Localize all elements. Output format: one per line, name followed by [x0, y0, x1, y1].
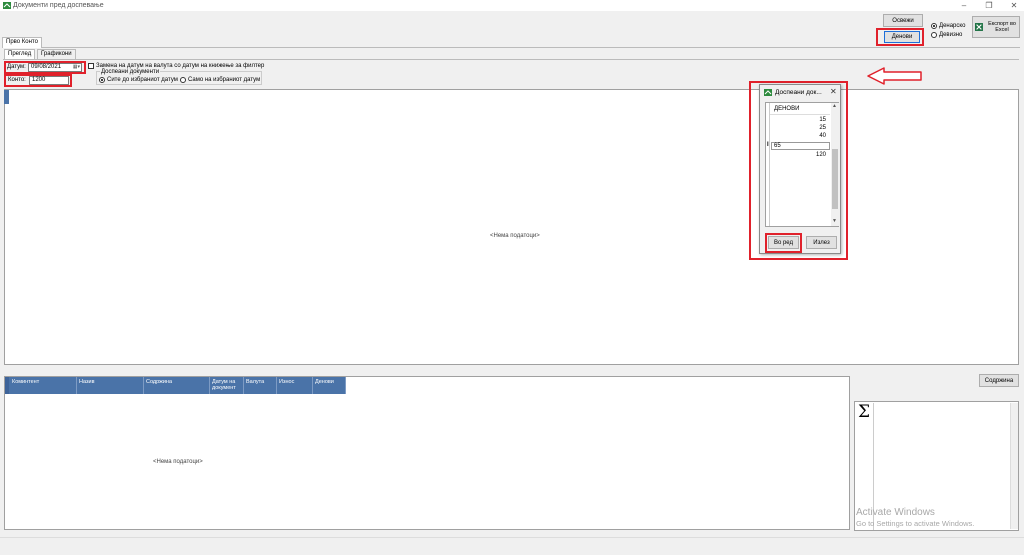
calendar-dropdown-icon[interactable]: ▦▾ [73, 64, 80, 71]
days-row[interactable]: 120 [771, 152, 830, 158]
scroll-up-icon[interactable]: ▲ [832, 103, 837, 109]
radio-foreign-dot[interactable] [931, 32, 937, 38]
col-header-datum[interactable]: Датум на документ [210, 377, 244, 394]
col-header-naziv[interactable]: Назив [77, 377, 144, 394]
days-list-selector-column [766, 103, 770, 226]
exit-button[interactable]: Излез [806, 236, 837, 249]
restore-icon[interactable]: ❐ [983, 1, 995, 10]
radio-all-dates-label: Сите до избраниот датум [107, 77, 178, 83]
activate-windows-subtitle: Go to Settings to activate Windows. [856, 519, 975, 528]
konto-label: Конто: [8, 77, 26, 83]
date-input[interactable]: 09/08/2021 ▦▾ [28, 63, 82, 72]
toolbar [0, 11, 1024, 45]
due-docs-label: Доспеани документи [100, 69, 161, 75]
konto-input[interactable]: 1200 [29, 76, 69, 85]
header-row-selector [5, 377, 9, 394]
bottom-grid-header: Коминтент Назив Содржина Датум на докуме… [5, 377, 346, 394]
radio-denar-dot[interactable] [931, 23, 937, 29]
radio-foreign[interactable]: Девизно [931, 32, 962, 38]
title-bar: Документи пред доспевање – ❐ ✕ [0, 0, 1024, 11]
annotation-arrow-icon [867, 67, 922, 85]
radio-all-dates-dot[interactable] [99, 77, 105, 83]
bottom-grid-empty-text: <Нема податоци> [153, 459, 203, 465]
inner-tab-line [3, 59, 1019, 60]
radio-only-date-dot[interactable] [180, 77, 186, 83]
date-value: 09/08/2021 [31, 64, 62, 70]
main-grid-empty-text: <Нема податоци> [490, 233, 540, 239]
radio-all-dates[interactable]: Сите до избраниот датум [99, 77, 178, 83]
radio-only-date-label: Само на избраниот датум [188, 77, 261, 83]
days-row[interactable]: 25 [771, 125, 830, 131]
main-grid[interactable] [4, 89, 1019, 365]
days-list-header: ДЕНОВИ [774, 106, 800, 112]
dialog-title: Доспеани док... [775, 89, 822, 96]
window-title: Документи пред доспевање [13, 2, 104, 9]
days-row[interactable]: 40 [771, 133, 830, 139]
col-header-valuta[interactable]: Валута [244, 377, 277, 394]
sigma-icon: Σ [858, 402, 871, 422]
dialog-app-icon [764, 89, 772, 96]
days-list-scrollbar[interactable]: ▲ ▼ [831, 103, 839, 226]
tab-pregled[interactable]: Преглед [4, 49, 36, 59]
days-header-divider [770, 114, 830, 115]
days-row-editing[interactable]: 65 [771, 142, 830, 150]
export-excel-button[interactable]: Експорт во Excel [972, 16, 1020, 38]
content-scrollbar[interactable] [1010, 403, 1018, 529]
dialog-close-icon[interactable]: ✕ [830, 87, 837, 96]
radio-foreign-label: Девизно [939, 32, 963, 38]
bottom-grid[interactable] [4, 376, 850, 530]
tab-grafikoni[interactable]: Графикони [37, 49, 76, 59]
ok-button[interactable]: Во ред [768, 236, 799, 249]
radio-denar[interactable]: Денарско [931, 23, 965, 29]
edit-row-indicator-icon: I [767, 142, 769, 148]
date-label: Датум: [7, 64, 26, 70]
refresh-button[interactable]: Освежи [883, 14, 923, 27]
close-icon[interactable]: ✕ [1008, 1, 1020, 10]
col-header-kominetent[interactable]: Коминтент [10, 377, 77, 394]
scroll-thumb[interactable] [832, 149, 838, 209]
scroll-down-icon[interactable]: ▼ [832, 218, 837, 224]
days-button[interactable]: Денови [884, 31, 920, 43]
status-bar [0, 537, 1024, 555]
col-header-iznos[interactable]: Износ [277, 377, 313, 394]
col-header-denovi[interactable]: Денови [313, 377, 346, 394]
radio-only-date[interactable]: Само на избраниот датум [180, 77, 260, 83]
outer-tab-line [2, 47, 1020, 48]
radio-denar-label: Денарско [939, 23, 966, 29]
excel-icon [975, 23, 983, 31]
replace-date-box[interactable] [88, 63, 94, 69]
days-list[interactable]: ДЕНОВИ 15 25 40 I 65 120 ▲ ▼ [765, 102, 839, 227]
grid-row-indicator [4, 90, 9, 104]
due-days-dialog: Доспеани док... ✕ ДЕНОВИ 15 25 40 I 65 1… [759, 84, 841, 254]
content-button[interactable]: Содржина [979, 374, 1019, 387]
col-header-sodrzina[interactable]: Содржина [144, 377, 210, 394]
app-icon [3, 2, 11, 9]
tab-prvo-konto[interactable]: Прво Конто [2, 37, 42, 48]
days-row[interactable]: 15 [771, 117, 830, 123]
activate-windows-title: Activate Windows [856, 507, 935, 518]
minimize-icon[interactable]: – [958, 1, 970, 10]
export-excel-label: Експорт во Excel [988, 21, 1016, 33]
